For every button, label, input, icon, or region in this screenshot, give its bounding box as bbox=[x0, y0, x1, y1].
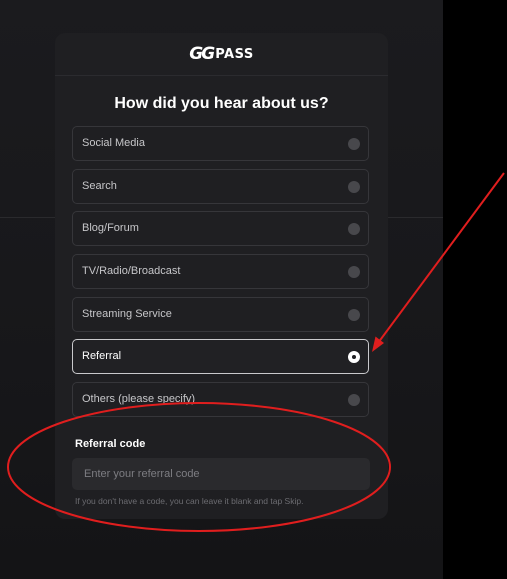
radio-icon[interactable] bbox=[348, 181, 360, 193]
card-header: GG PASS bbox=[55, 33, 388, 76]
logo-mark: GG bbox=[189, 44, 215, 64]
option-referral[interactable]: Referral bbox=[72, 339, 369, 374]
page-title: How did you hear about us? bbox=[114, 95, 329, 112]
option-blog-forum[interactable]: Blog/Forum bbox=[72, 211, 369, 246]
option-label: Referral bbox=[82, 350, 122, 362]
referral-code-hint: If you don't have a code, you can leave … bbox=[75, 496, 304, 506]
option-tv-radio-broadcast[interactable]: TV/Radio/Broadcast bbox=[72, 254, 369, 289]
radio-icon[interactable] bbox=[348, 266, 360, 278]
option-streaming-service[interactable]: Streaming Service bbox=[72, 297, 369, 332]
option-label: Others (please specify) bbox=[82, 393, 196, 405]
radio-icon[interactable] bbox=[348, 309, 360, 321]
logo-text: PASS bbox=[215, 46, 254, 62]
option-social-media[interactable]: Social Media bbox=[72, 126, 369, 161]
ggpass-logo: GG PASS bbox=[189, 44, 253, 64]
option-label: Social Media bbox=[82, 137, 145, 149]
radio-selected-icon[interactable] bbox=[348, 351, 360, 363]
background-right-panel bbox=[443, 0, 507, 579]
option-others[interactable]: Others (please specify) bbox=[72, 382, 369, 417]
option-label: Streaming Service bbox=[82, 308, 172, 320]
referral-code-label: Referral code bbox=[75, 438, 146, 450]
option-label: Search bbox=[82, 180, 117, 192]
survey-card: GG PASS How did you hear about us? Socia… bbox=[55, 33, 388, 519]
radio-icon[interactable] bbox=[348, 394, 360, 406]
radio-icon[interactable] bbox=[348, 138, 360, 150]
referral-code-input[interactable] bbox=[72, 458, 370, 490]
option-label: Blog/Forum bbox=[82, 222, 139, 234]
radio-icon[interactable] bbox=[348, 223, 360, 235]
option-label: TV/Radio/Broadcast bbox=[82, 265, 181, 277]
option-search[interactable]: Search bbox=[72, 169, 369, 204]
